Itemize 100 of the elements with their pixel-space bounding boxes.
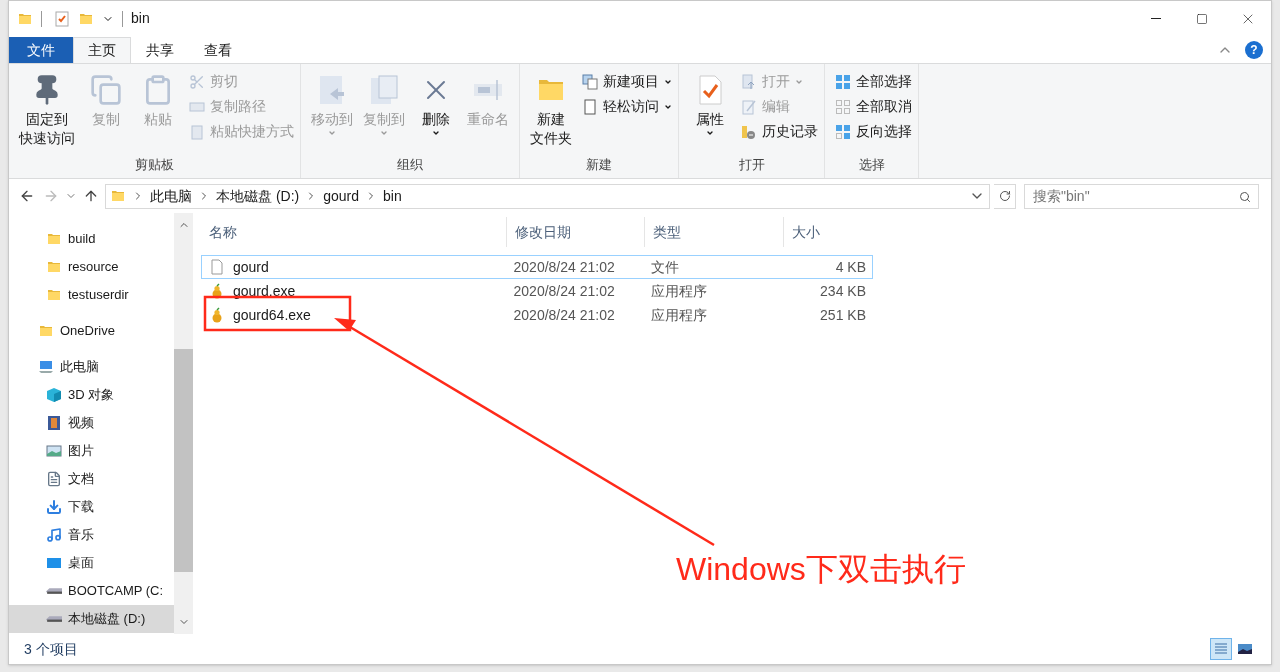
nav-item[interactable]: 下载 [9, 493, 174, 521]
nav-item[interactable]: 此电脑 [9, 353, 174, 381]
nav-item[interactable]: 图片 [9, 437, 174, 465]
caret-icon [328, 129, 336, 137]
table-cell-text: 2020/8/24 21:02 [512, 305, 616, 325]
nav-item[interactable]: 本地磁盘 (D:) [9, 605, 174, 633]
table-cell-text: 应用程序 [650, 305, 709, 325]
select-all-icon [835, 73, 851, 90]
table-cell-text: 234 KB [819, 281, 867, 301]
nav-item[interactable]: build [9, 225, 174, 253]
ribbon-button[interactable]: 固定到 快速访问 [15, 70, 79, 155]
ribbon-group-label: 新建 [585, 155, 613, 174]
folder-icon [46, 287, 62, 303]
computer-icon [38, 359, 54, 375]
large-icons-view-icon [1237, 641, 1253, 657]
breadcrumb[interactable]: 本地磁盘 (D:) [216, 185, 300, 207]
drive-icon [46, 616, 62, 622]
up-icon[interactable] [83, 188, 99, 204]
new-item-icon [582, 73, 598, 90]
film-icon [46, 415, 62, 431]
nav-item[interactable]: resource [9, 253, 174, 281]
column-header[interactable]: 大小 [783, 217, 873, 247]
item-count: 3 个项目 [24, 639, 78, 659]
nav-item[interactable]: 视频 [9, 409, 174, 437]
details-view-icon [1213, 641, 1229, 657]
scissors-icon [189, 73, 205, 90]
ribbon-button[interactable]: 全部选择 [835, 70, 912, 93]
forward-icon[interactable] [43, 188, 59, 204]
shortcut-icon [189, 123, 205, 140]
download-icon [46, 499, 62, 515]
caret-icon [380, 129, 388, 137]
ribbon-button[interactable]: 历史记录 [741, 120, 818, 143]
file-name: gourd [233, 257, 269, 277]
picture-icon [46, 443, 62, 459]
ribbon-button[interactable]: 轻松访问 [582, 95, 672, 118]
window-title: bin [131, 9, 150, 28]
search-field[interactable]: 搜索"bin" [1024, 183, 1259, 209]
table-cell-text: 4 KB [834, 257, 867, 277]
ribbon-group-label: 剪贴板 [134, 155, 175, 174]
refresh-button[interactable] [994, 183, 1016, 209]
properties-icon[interactable] [54, 10, 70, 27]
folder-icon [46, 231, 62, 247]
breadcrumb[interactable]: bin [383, 185, 402, 207]
search-icon [1239, 190, 1251, 203]
annotation-text: Windows下双击执行 [676, 550, 966, 589]
nav-item[interactable]: 音乐 [9, 521, 174, 549]
ribbon-tab[interactable]: 共享 [131, 37, 189, 63]
ribbon-button[interactable]: 新建 文件夹 [526, 70, 576, 155]
maximize-icon [1196, 12, 1208, 25]
table-cell-text: 应用程序 [650, 281, 709, 301]
back-icon[interactable] [19, 188, 35, 204]
ribbon-group-label: 选择 [857, 155, 886, 174]
breadcrumb[interactable]: 此电脑 [150, 185, 192, 207]
nav-item[interactable]: OneDrive [9, 317, 174, 345]
nav-item[interactable]: 桌面 [9, 549, 174, 577]
file-row[interactable]: gourd64.exe 2020/8/24 21:02 应用程序 251 KB [201, 303, 873, 327]
table-cell-text: 2020/8/24 21:02 [512, 257, 616, 277]
folder-icon [46, 259, 62, 275]
column-header[interactable]: 名称 [201, 217, 506, 247]
nav-item[interactable]: 文档 [9, 465, 174, 493]
ribbon-button[interactable]: 删除 [411, 70, 461, 155]
music-icon [46, 527, 62, 543]
drive-icon [46, 588, 62, 594]
ribbon-button[interactable]: 反向选择 [835, 120, 912, 143]
caret-icon [706, 129, 714, 137]
document-icon [582, 98, 598, 115]
file-name: gourd64.exe [233, 305, 311, 325]
edit-icon [741, 98, 757, 115]
ribbon-tab[interactable]: 查看 [189, 37, 247, 63]
copy-icon [90, 74, 122, 106]
folder-icon [110, 188, 126, 204]
scrollbar-thumb[interactable] [174, 349, 193, 572]
ribbon-button[interactable]: 全部取消 [835, 95, 912, 118]
breadcrumb[interactable]: gourd [323, 185, 360, 207]
invert-selection-icon [835, 123, 851, 140]
nav-item[interactable]: BOOTCAMP (C: [9, 577, 174, 605]
nav-item[interactable]: testuserdir [9, 281, 174, 309]
column-header[interactable]: 修改日期 [506, 217, 644, 247]
table-cell-text: 文件 [650, 257, 681, 277]
history-icon [741, 123, 757, 140]
column-header[interactable]: 类型 [644, 217, 783, 247]
minimize-icon [1151, 18, 1161, 19]
file-icon [209, 259, 225, 275]
file-row[interactable]: gourd 2020/8/24 21:02 文件 4 KB [201, 255, 873, 279]
ribbon-button[interactable]: 新建项目 [582, 70, 672, 93]
table-cell-text: 2020/8/24 21:02 [512, 281, 616, 301]
ribbon-tab[interactable]: 文件 [9, 37, 73, 63]
help-button[interactable]: ? [1245, 40, 1263, 59]
ribbon-button[interactable]: 属性 [685, 70, 735, 155]
file-row[interactable]: gourd.exe 2020/8/24 21:02 应用程序 234 KB [201, 279, 873, 303]
cube-icon [46, 387, 62, 403]
copy-to-icon [368, 74, 400, 106]
ribbon-group-label: 组织 [396, 155, 424, 174]
desktop-icon [46, 555, 62, 571]
folder-icon [38, 323, 54, 339]
caret-icon [432, 129, 440, 137]
address-bar[interactable]: 此电脑 本地磁盘 (D:) gourd bin [105, 183, 990, 209]
document-icon [46, 471, 62, 487]
ribbon-tab[interactable]: 主页 [73, 37, 131, 63]
nav-item[interactable]: 3D 对象 [9, 381, 174, 409]
